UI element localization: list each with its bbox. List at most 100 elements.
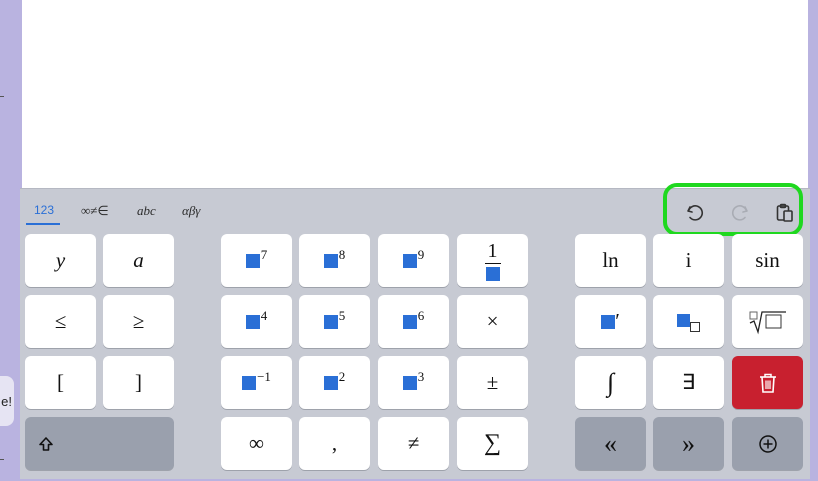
placeholder-square <box>402 253 417 268</box>
placeholder-square <box>402 375 417 390</box>
key-reciprocal[interactable]: 1 <box>457 234 528 287</box>
tab-numbers[interactable]: 123 <box>34 203 54 217</box>
key-plusminus-label: ± <box>486 370 499 394</box>
add-item-button[interactable] <box>732 417 803 470</box>
placeholder-square <box>601 314 616 329</box>
key-prime[interactable]: ′ <box>575 295 646 348</box>
delete-button[interactable] <box>732 356 803 409</box>
key-ln[interactable]: ln <box>575 234 646 287</box>
key-y-label: y <box>55 248 66 272</box>
key-infinity-label: ∞ <box>249 431 264 455</box>
redo-icon <box>731 205 748 221</box>
key-sin[interactable]: sin <box>732 234 803 287</box>
key-less-equal[interactable]: ≤ <box>25 295 96 348</box>
key-multiply[interactable]: × <box>457 295 528 348</box>
side-chat-bubble[interactable]: e! <box>0 376 14 426</box>
key-plus-minus[interactable]: ± <box>457 356 528 409</box>
exponent-label: 7 <box>260 246 268 262</box>
key-prime-label: ′ <box>615 309 620 333</box>
placeholder-square <box>402 314 417 329</box>
exponent-label: 5 <box>338 307 346 323</box>
side-bubble-text: e! <box>1 393 12 409</box>
placeholder-square <box>485 266 500 281</box>
key-sum-label: ∑ <box>483 430 502 456</box>
subscript-icon <box>676 313 700 332</box>
key-power-2[interactable]: 2 <box>299 356 370 409</box>
key-right-bracket[interactable]: ] <box>103 356 174 409</box>
placeholder-square <box>245 314 260 329</box>
key-power-9[interactable]: 9 <box>378 234 449 287</box>
key-power-4[interactable]: 4 <box>221 295 292 348</box>
key-left-bracket[interactable]: [ <box>25 356 96 409</box>
move-right-button[interactable]: » <box>653 417 724 470</box>
key-integral-label: ∫ <box>606 367 615 397</box>
key-imaginary-i[interactable]: i <box>653 234 724 287</box>
key-infinity[interactable]: ∞ <box>221 417 292 470</box>
key-power-6[interactable]: 6 <box>378 295 449 348</box>
key-integral[interactable]: ∫ <box>575 356 646 409</box>
tab-letters[interactable]: abc <box>137 203 156 219</box>
key-rbracket-label: ] <box>135 370 142 394</box>
key-power-neg1[interactable]: −1 <box>221 356 292 409</box>
key-neq-label: ≠ <box>407 431 420 455</box>
key-ln-label: ln <box>602 248 619 272</box>
placeholder-square <box>323 375 338 390</box>
shift-button[interactable] <box>25 417 174 470</box>
key-lbracket-label: [ <box>57 370 64 394</box>
trash-icon <box>759 373 776 393</box>
exponent-label: 2 <box>338 368 346 384</box>
key-times-label: × <box>486 309 499 333</box>
key-le-label: ≤ <box>54 309 67 333</box>
key-power-5[interactable]: 5 <box>299 295 370 348</box>
side-edge-mark <box>0 459 4 460</box>
nth-root-icon <box>749 310 786 334</box>
editor-panel[interactable] <box>22 0 808 190</box>
key-sin-label: sin <box>755 248 780 272</box>
key-comma[interactable]: , <box>299 417 370 470</box>
side-edge-mark <box>0 96 4 97</box>
key-exists[interactable]: ∃ <box>653 356 724 409</box>
key-not-equal[interactable]: ≠ <box>378 417 449 470</box>
key-i-label: i <box>685 248 692 272</box>
key-power-8[interactable]: 8 <box>299 234 370 287</box>
redo-button[interactable] <box>727 201 753 225</box>
active-tab-indicator <box>26 223 60 225</box>
shift-arrow-icon <box>39 436 53 451</box>
placeholder-square <box>245 253 260 268</box>
placeholder-square <box>323 314 338 329</box>
tab-greek[interactable]: αβγ <box>182 203 200 219</box>
fraction: 1 <box>484 239 501 281</box>
placeholder-square <box>242 375 257 390</box>
move-right-label: » <box>682 428 695 458</box>
key-a[interactable]: a <box>103 234 174 287</box>
key-power-7[interactable]: 7 <box>221 234 292 287</box>
clipboard-button[interactable] <box>772 201 798 225</box>
keyboard-tab-bar: 123 ∞≠∈ abc αβγ <box>20 189 320 229</box>
key-greater-equal[interactable]: ≥ <box>103 295 174 348</box>
plus-circle-icon <box>758 434 777 453</box>
key-nth-root[interactable] <box>732 295 803 348</box>
key-a-label: a <box>133 248 144 272</box>
key-power-3[interactable]: 3 <box>378 356 449 409</box>
exponent-label: −1 <box>257 368 271 384</box>
clipboard-icon <box>776 203 793 222</box>
fraction-bar <box>484 262 501 264</box>
key-comma-label: , <box>331 431 338 455</box>
undo-button[interactable] <box>682 201 708 225</box>
exponent-label: 3 <box>417 368 425 384</box>
key-sum[interactable]: ∑ <box>457 417 528 470</box>
move-left-label: « <box>604 428 617 458</box>
key-exists-label: ∃ <box>681 370 696 394</box>
exponent-label: 8 <box>338 246 346 262</box>
fraction-numerator: 1 <box>487 239 498 262</box>
undo-icon <box>687 205 704 221</box>
key-y[interactable]: y <box>25 234 96 287</box>
tab-symbols[interactable]: ∞≠∈ <box>81 203 109 219</box>
key-ge-label: ≥ <box>132 309 145 333</box>
move-left-button[interactable]: « <box>575 417 646 470</box>
key-subscript[interactable] <box>653 295 724 348</box>
exponent-label: 4 <box>260 307 268 323</box>
exponent-label: 9 <box>417 246 425 262</box>
exponent-label: 6 <box>417 307 425 323</box>
placeholder-square <box>323 253 338 268</box>
